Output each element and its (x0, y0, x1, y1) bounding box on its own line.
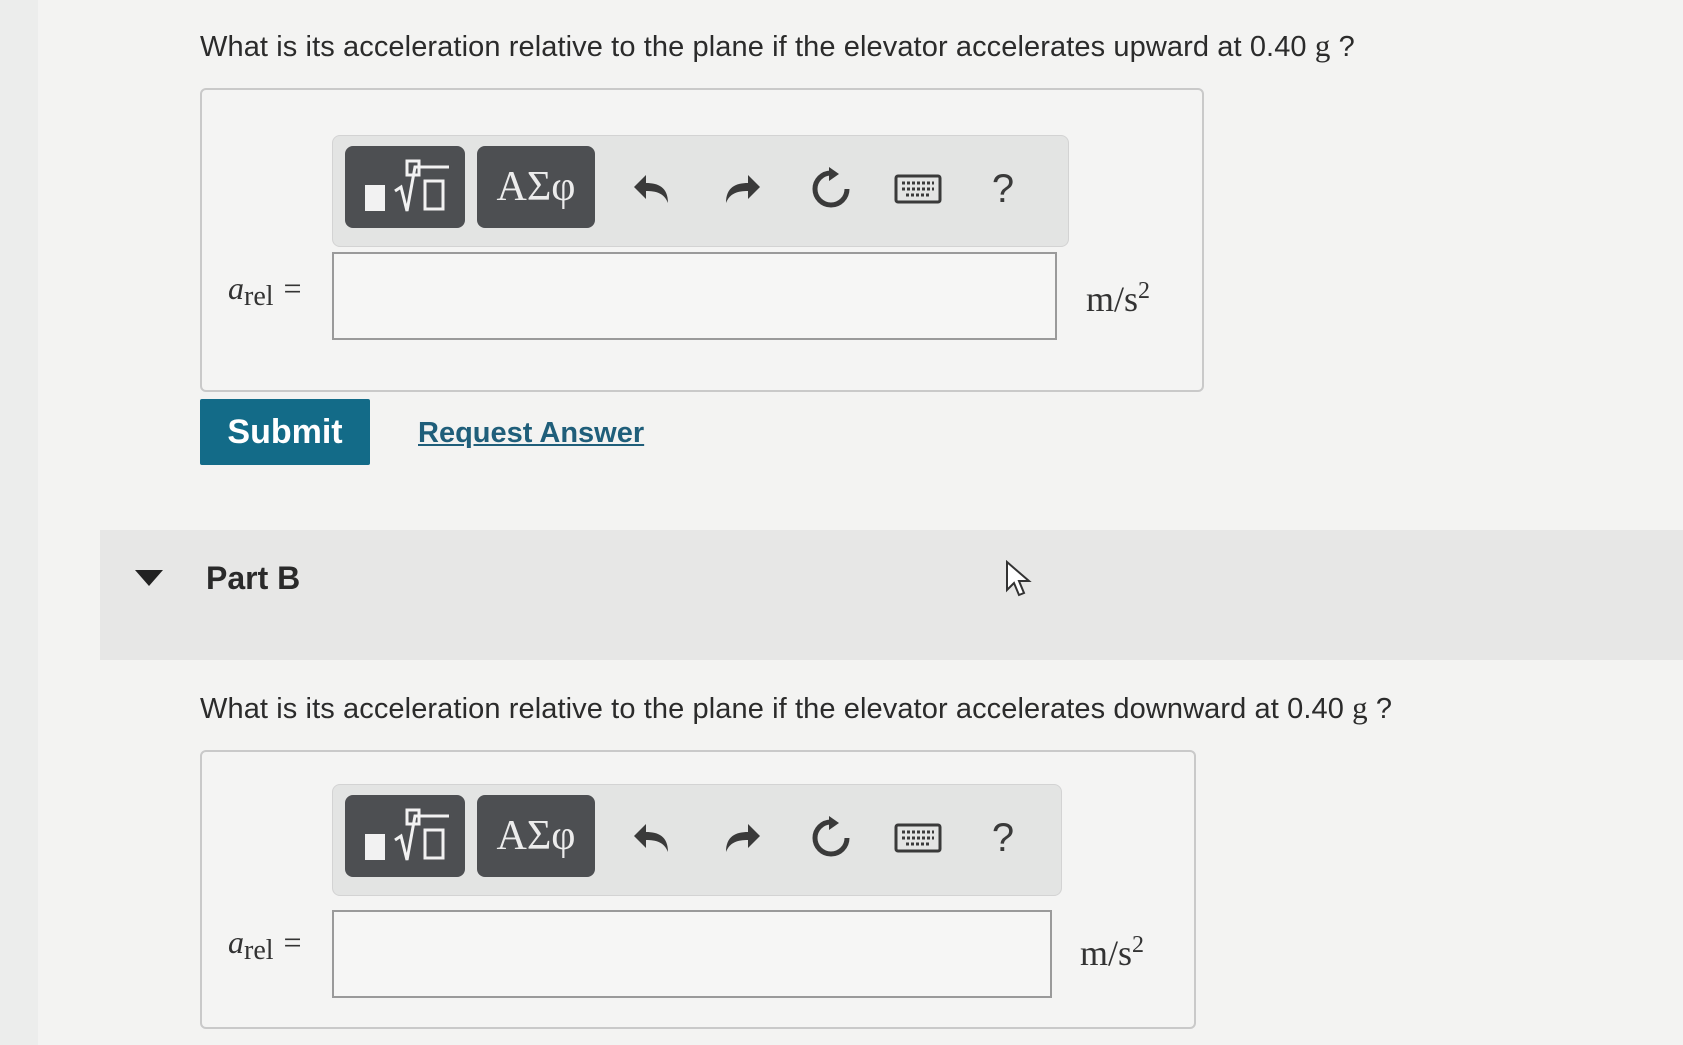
redo-icon[interactable] (711, 803, 771, 873)
templates-button[interactable] (345, 795, 465, 877)
templates-button[interactable] (345, 146, 465, 228)
equals-sign: = (283, 924, 302, 960)
help-button[interactable]: ? (973, 154, 1033, 224)
reset-icon[interactable] (801, 803, 861, 873)
unit-exponent: 2 (1138, 278, 1151, 304)
fraction-radical-icon (365, 159, 449, 212)
unit-base: m/s (1080, 933, 1133, 973)
greek-symbols-label: ΑΣφ (496, 813, 576, 859)
collapse-arrow-icon[interactable] (135, 570, 163, 586)
part-a-question: What is its acceleration relative to the… (200, 28, 1355, 64)
keyboard-icon[interactable] (888, 154, 948, 224)
undo-icon[interactable] (623, 803, 683, 873)
part-b-question: What is its acceleration relative to the… (200, 690, 1392, 726)
greek-symbols-button[interactable]: ΑΣφ (477, 146, 595, 228)
part-a-question-text: What is its acceleration relative to the… (200, 31, 1307, 63)
part-a-question-unit: g (1314, 28, 1331, 63)
equals-sign: = (283, 270, 302, 306)
undo-icon[interactable] (623, 154, 683, 224)
variable-symbol: a (228, 924, 244, 960)
part-b-question-text: What is its acceleration relative to the… (200, 693, 1344, 725)
part-b-variable-label: arel = (228, 924, 302, 967)
redo-icon[interactable] (711, 154, 771, 224)
part-a-answer-input[interactable] (332, 252, 1057, 340)
reset-icon[interactable] (801, 154, 861, 224)
part-a-question-mark: ? (1330, 31, 1355, 63)
part-b-unit: m/s2 (1080, 932, 1144, 974)
part-b-title[interactable]: Part B (206, 560, 300, 597)
part-b-math-toolbar: ΑΣφ ? (332, 784, 1062, 896)
help-icon: ? (991, 815, 1015, 860)
request-answer-link[interactable]: Request Answer (418, 417, 644, 450)
keyboard-icon[interactable] (888, 803, 948, 873)
fraction-radical-icon (365, 808, 449, 861)
part-a-unit: m/s2 (1086, 278, 1150, 320)
part-a-math-toolbar: ΑΣφ ? (332, 135, 1069, 247)
unit-base: m/s (1086, 279, 1139, 319)
unit-exponent: 2 (1132, 932, 1145, 958)
part-a-answer-box: ΑΣφ ? arel = m/s2 (200, 88, 1204, 392)
help-button[interactable]: ? (973, 803, 1033, 873)
part-b-question-unit: g (1352, 690, 1368, 725)
variable-subscript: rel (244, 935, 274, 966)
part-a-variable-label: arel = (228, 270, 302, 313)
variable-symbol: a (228, 270, 244, 306)
submit-button[interactable]: Submit (200, 399, 370, 465)
help-icon: ? (991, 166, 1015, 211)
greek-symbols-button[interactable]: ΑΣφ (477, 795, 595, 877)
part-b-answer-box: ΑΣφ ? arel = m/s2 (200, 750, 1196, 1029)
part-b-header[interactable] (100, 530, 1683, 660)
part-b-answer-input[interactable] (332, 910, 1052, 998)
part-b-question-mark: ? (1367, 693, 1393, 725)
variable-subscript: rel (244, 281, 274, 312)
mouse-cursor-icon (1006, 560, 1032, 597)
greek-symbols-label: ΑΣφ (496, 164, 576, 210)
